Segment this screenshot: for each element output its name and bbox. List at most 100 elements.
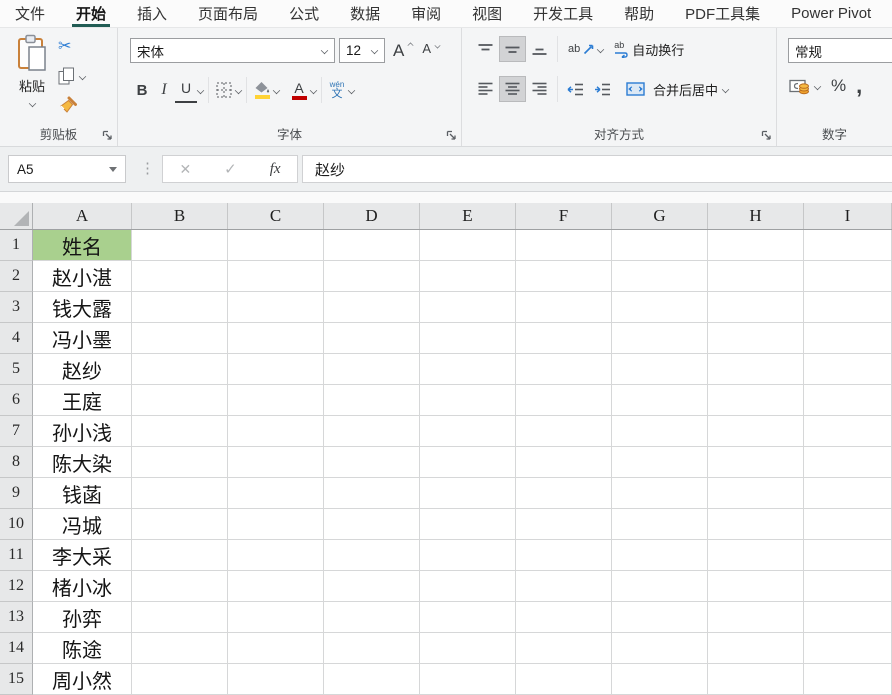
row-header[interactable]: 14: [0, 633, 33, 664]
cell-empty[interactable]: [612, 416, 708, 447]
font-size-combo[interactable]: 12: [339, 38, 385, 63]
cell-empty[interactable]: [132, 571, 228, 602]
cell-empty[interactable]: [516, 602, 612, 633]
cell-name-column[interactable]: 赵纱: [33, 354, 132, 385]
column-header[interactable]: G: [612, 203, 708, 229]
cell-empty[interactable]: [612, 478, 708, 509]
cell-empty[interactable]: [228, 633, 324, 664]
cell-empty[interactable]: [324, 323, 420, 354]
column-header[interactable]: B: [132, 203, 228, 229]
ribbon-tab[interactable]: 文件: [15, 0, 45, 27]
cell-empty[interactable]: [420, 447, 516, 478]
cell-empty[interactable]: [804, 385, 892, 416]
cancel-icon[interactable]: ✕: [179, 161, 191, 178]
row-header[interactable]: 9: [0, 478, 33, 509]
fill-color-button[interactable]: [251, 77, 273, 103]
ribbon-tab[interactable]: 开发工具: [533, 0, 593, 27]
bold-button[interactable]: B: [131, 77, 153, 103]
merge-center-button[interactable]: 合并后居中: [626, 80, 729, 99]
cell-empty[interactable]: [324, 385, 420, 416]
cell-empty[interactable]: [324, 509, 420, 540]
accounting-dropdown-icon[interactable]: [814, 82, 821, 89]
cell-empty[interactable]: [612, 633, 708, 664]
cell-empty[interactable]: [612, 509, 708, 540]
align-top-button[interactable]: [472, 36, 499, 62]
row-header[interactable]: 11: [0, 540, 33, 571]
cell-empty[interactable]: [132, 509, 228, 540]
cell-empty[interactable]: [420, 540, 516, 571]
cell-empty[interactable]: [516, 664, 612, 695]
comma-style-button[interactable]: ,: [856, 79, 862, 92]
font-dialog-launcher-icon[interactable]: [446, 130, 457, 141]
cell-empty[interactable]: [516, 230, 612, 261]
cell-name-column[interactable]: 冯城: [33, 509, 132, 540]
name-box-dropdown-icon[interactable]: [109, 167, 117, 172]
cell-empty[interactable]: [420, 633, 516, 664]
row-header[interactable]: 7: [0, 416, 33, 447]
cell-empty[interactable]: [420, 230, 516, 261]
column-header[interactable]: H: [708, 203, 804, 229]
cell-empty[interactable]: [228, 354, 324, 385]
cell-empty[interactable]: [708, 447, 804, 478]
grow-font-button[interactable]: A: [393, 41, 412, 61]
font-name-dropdown-icon[interactable]: [321, 47, 328, 54]
cell-empty[interactable]: [612, 292, 708, 323]
cell-empty[interactable]: [228, 664, 324, 695]
phonetic-guide-button[interactable]: wén 文: [326, 77, 348, 103]
row-header[interactable]: 3: [0, 292, 33, 323]
accounting-format-button[interactable]: [789, 78, 821, 95]
cell-empty[interactable]: [132, 292, 228, 323]
cell-empty[interactable]: [516, 385, 612, 416]
wrap-text-button[interactable]: 自动换行: [632, 40, 684, 59]
row-header[interactable]: 6: [0, 385, 33, 416]
cell-empty[interactable]: [804, 664, 892, 695]
cell-empty[interactable]: [804, 478, 892, 509]
underline-dropdown-icon[interactable]: [197, 86, 204, 93]
cell-empty[interactable]: [420, 354, 516, 385]
ribbon-tab[interactable]: 插入: [137, 0, 167, 27]
align-center-button[interactable]: [499, 76, 526, 102]
cell-empty[interactable]: [324, 416, 420, 447]
cell-empty[interactable]: [708, 292, 804, 323]
decrease-indent-button[interactable]: [562, 76, 589, 102]
row-header[interactable]: 15: [0, 664, 33, 695]
column-header[interactable]: F: [516, 203, 612, 229]
cell-empty[interactable]: [804, 571, 892, 602]
row-header[interactable]: 5: [0, 354, 33, 385]
cell-empty[interactable]: [708, 323, 804, 354]
cell-empty[interactable]: [804, 633, 892, 664]
font-size-dropdown-icon[interactable]: [371, 47, 378, 54]
cell-empty[interactable]: [516, 633, 612, 664]
cell-empty[interactable]: [516, 354, 612, 385]
cell-empty[interactable]: [804, 416, 892, 447]
cell-empty[interactable]: [612, 540, 708, 571]
cell-empty[interactable]: [228, 447, 324, 478]
cell-empty[interactable]: [612, 602, 708, 633]
paste-dropdown-icon[interactable]: [28, 100, 35, 107]
row-header[interactable]: 4: [0, 323, 33, 354]
fill-color-dropdown-icon[interactable]: [273, 86, 280, 93]
cell-empty[interactable]: [132, 447, 228, 478]
cell-empty[interactable]: [228, 261, 324, 292]
cell-empty[interactable]: [516, 261, 612, 292]
cell-empty[interactable]: [324, 633, 420, 664]
phonetic-dropdown-icon[interactable]: [348, 86, 355, 93]
cell-empty[interactable]: [612, 261, 708, 292]
font-name-combo[interactable]: 宋体: [130, 38, 335, 63]
increase-indent-button[interactable]: [589, 76, 616, 102]
alignment-dialog-launcher-icon[interactable]: [761, 130, 772, 141]
cell-empty[interactable]: [612, 354, 708, 385]
cell-empty[interactable]: [708, 664, 804, 695]
copy-button[interactable]: [58, 65, 86, 87]
cell-empty[interactable]: [516, 292, 612, 323]
cell-empty[interactable]: [516, 478, 612, 509]
borders-button[interactable]: [213, 77, 235, 103]
cell-name-column[interactable]: 孙弈: [33, 602, 132, 633]
merge-dropdown-icon[interactable]: [722, 85, 729, 92]
cell-name-column[interactable]: 王庭: [33, 385, 132, 416]
cell-empty[interactable]: [708, 261, 804, 292]
cell-name-column[interactable]: 陈大染: [33, 447, 132, 478]
cell-empty[interactable]: [420, 292, 516, 323]
cell-empty[interactable]: [420, 261, 516, 292]
cell-empty[interactable]: [132, 230, 228, 261]
